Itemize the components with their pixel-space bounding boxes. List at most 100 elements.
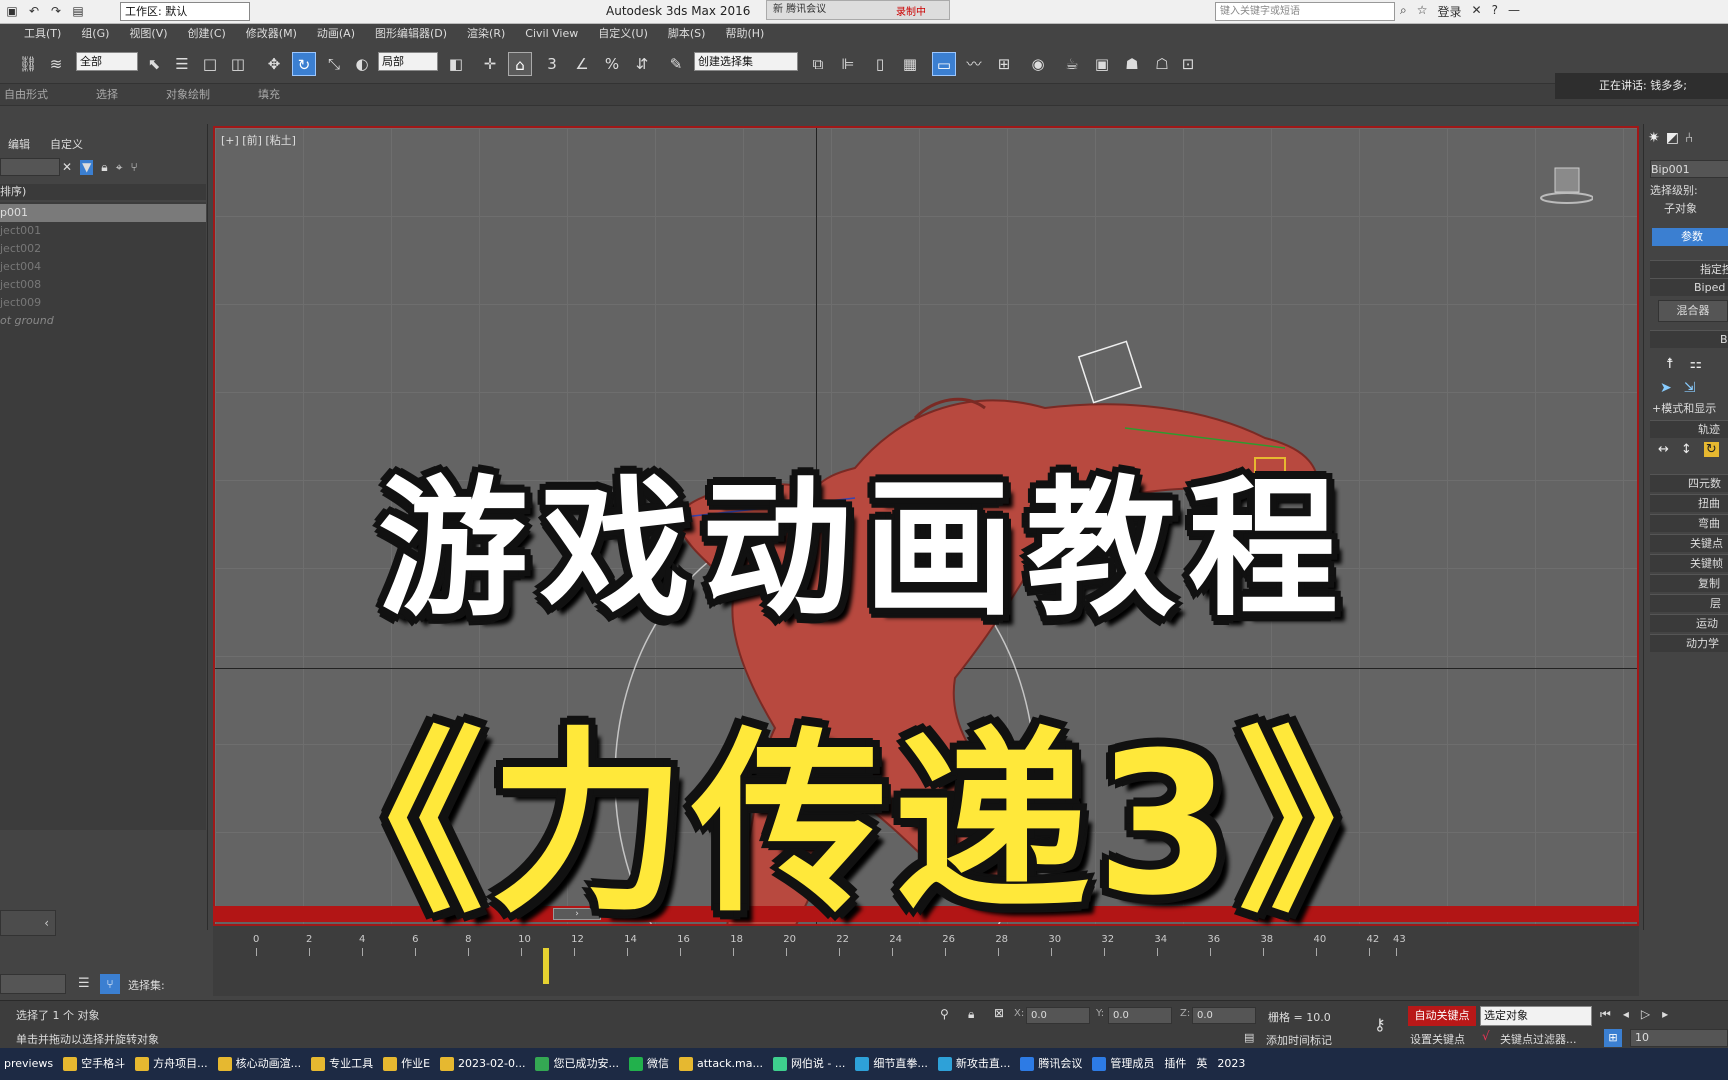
hierarchy-select-icon[interactable]: ⑂ xyxy=(100,974,120,994)
menu-item[interactable]: 图形编辑器(D) xyxy=(365,24,457,44)
move-icon[interactable]: ✥ xyxy=(262,52,286,76)
taskbar-item[interactable]: previews xyxy=(0,1048,59,1080)
pivot-center-icon[interactable]: ◧ xyxy=(444,52,468,76)
modify-tab-icon[interactable]: ◩ xyxy=(1666,130,1679,146)
current-frame-field[interactable]: 10 xyxy=(1630,1029,1728,1047)
isolate-icon[interactable]: ⚲ xyxy=(940,1007,949,1021)
rollout-assign[interactable]: 指定控 xyxy=(1650,260,1728,278)
key-filter-icon[interactable]: √ xyxy=(1482,1029,1490,1043)
menu-item[interactable]: 修改器(M) xyxy=(236,24,307,44)
menu-item[interactable]: 渲染(R) xyxy=(457,24,515,44)
search-input[interactable]: 键入关键字或短语 xyxy=(1215,2,1395,21)
align-icon[interactable]: ⊫ xyxy=(836,52,860,76)
taskbar-item[interactable]: 英 xyxy=(1192,1048,1213,1080)
place-icon[interactable]: ◐ xyxy=(350,52,374,76)
menu-item[interactable]: 创建(C) xyxy=(178,24,236,44)
rotate-icon[interactable]: ↻ xyxy=(292,52,316,76)
keyboard-shortcut-icon[interactable]: ⌂ xyxy=(508,52,532,76)
render-iterative-icon[interactable]: ☖ xyxy=(1150,52,1174,76)
rollout-biped[interactable]: Bip xyxy=(1650,330,1728,348)
taskbar-item[interactable]: 细节直拳... xyxy=(851,1048,934,1080)
login-link[interactable]: 登录 xyxy=(1438,3,1462,20)
key-mode-icon[interactable]: ⊞ xyxy=(1604,1029,1622,1047)
project-icon[interactable]: ▤ xyxy=(70,3,86,19)
spinner-snap-icon[interactable]: ⇵ xyxy=(630,52,654,76)
workspace-dropdown[interactable]: 工作区: 默认 xyxy=(120,2,250,21)
create-tab-icon[interactable]: ✷ xyxy=(1648,130,1660,146)
menu-item[interactable]: 动画(A) xyxy=(307,24,365,44)
filter-icon[interactable]: ▼ xyxy=(80,160,94,175)
menu-item[interactable]: 脚本(S) xyxy=(658,24,716,44)
z-coordinate-field[interactable]: 0.0 xyxy=(1192,1007,1256,1024)
menu-item[interactable]: 组(G) xyxy=(71,24,119,44)
render-cloud-icon[interactable]: ⊡ xyxy=(1176,52,1200,76)
undo-icon[interactable]: ↶ xyxy=(26,3,42,19)
selection-filter-dropdown[interactable]: 全部 xyxy=(76,52,138,71)
ribbon-tab[interactable]: 对象绘制 xyxy=(166,84,210,105)
taskbar-item[interactable]: 新攻击直... xyxy=(934,1048,1017,1080)
play-icon[interactable]: ▷ xyxy=(1641,1007,1650,1022)
rollout-modes-display[interactable]: +模式和显示 xyxy=(1652,400,1728,418)
set-key-icon[interactable]: ⚷ xyxy=(1374,1015,1386,1034)
rendered-frame-icon[interactable]: ▣ xyxy=(1090,52,1114,76)
list-item[interactable]: ject002 xyxy=(0,240,206,258)
rect-selection-icon[interactable]: □ xyxy=(198,52,222,76)
star-icon[interactable]: ☆ xyxy=(1417,3,1428,20)
taskbar-item[interactable]: 插件 xyxy=(1160,1048,1192,1080)
material-editor-icon[interactable]: ◉ xyxy=(1026,52,1050,76)
bind-space-warp-icon[interactable]: ≋ xyxy=(44,52,68,76)
select-manipulate-icon[interactable]: ✛ xyxy=(478,52,502,76)
taskbar-item[interactable]: 方舟项目... xyxy=(131,1048,214,1080)
ribbon-tab[interactable]: 填充 xyxy=(258,84,280,105)
absolute-mode-icon[interactable]: ⊠ xyxy=(994,1006,1004,1020)
rollout-biped-app[interactable]: Biped 应 xyxy=(1650,278,1728,296)
explorer-tab-custom[interactable]: 自定义 xyxy=(50,136,83,152)
render-icon[interactable]: ☗ xyxy=(1120,52,1144,76)
object-name-field[interactable]: Bip001 xyxy=(1650,160,1728,178)
key-filters-button[interactable]: 关键点过滤器... xyxy=(1500,1031,1577,1047)
save-icon[interactable]: ▣ xyxy=(4,3,20,19)
taskbar-item[interactable]: 网伯说 - ... xyxy=(769,1048,851,1080)
footstep-mode-icon[interactable]: ⚏ xyxy=(1690,356,1703,372)
taskbar-item[interactable]: 作业E xyxy=(379,1048,436,1080)
x-coordinate-field[interactable]: 0.0 xyxy=(1026,1007,1090,1024)
pick-icon[interactable]: ⌖ xyxy=(116,160,123,175)
help-icon[interactable]: ? xyxy=(1492,3,1498,20)
taskbar-item[interactable]: 腾讯会议 xyxy=(1016,1048,1088,1080)
list-item[interactable]: ject008 xyxy=(0,276,206,294)
time-tag-icon[interactable]: ▤ xyxy=(1244,1031,1254,1044)
angle-snap-icon[interactable]: ∠ xyxy=(570,52,594,76)
schematic-view-icon[interactable]: ⊞ xyxy=(992,52,1016,76)
taskbar-item[interactable]: 核心动画渲... xyxy=(214,1048,308,1080)
close-icon[interactable]: ✕ xyxy=(1472,3,1482,20)
menu-item[interactable]: Civil View xyxy=(515,24,588,44)
link-icon[interactable]: ⛓ xyxy=(16,52,40,76)
taskbar-item[interactable]: 2023-02-0... xyxy=(436,1048,531,1080)
current-frame-marker[interactable] xyxy=(543,948,549,984)
ribbon-toggle-icon[interactable]: ▭ xyxy=(932,52,956,76)
named-selection-dropdown[interactable]: 创建选择集 xyxy=(694,52,798,71)
layers-icon[interactable]: ☰ xyxy=(78,976,90,991)
viewcube-icon[interactable] xyxy=(1537,164,1593,208)
list-item[interactable]: p001 xyxy=(0,204,206,222)
add-time-tag[interactable]: 添加时间标记 xyxy=(1266,1032,1332,1048)
selection-lock-icon[interactable]: 🔒︎ xyxy=(968,1007,974,1022)
redo-icon[interactable]: ↷ xyxy=(48,3,64,19)
set-keys-button[interactable]: 设置关键点 xyxy=(1410,1031,1465,1047)
parameters-button[interactable]: 参数 xyxy=(1652,228,1728,246)
reference-coord-dropdown[interactable]: 局部 xyxy=(378,52,438,71)
taskbar-item[interactable]: 专业工具 xyxy=(307,1048,379,1080)
figure-mode-icon[interactable]: ☨ xyxy=(1666,356,1674,372)
taskbar-item[interactable]: attack.ma... xyxy=(675,1048,769,1080)
taskbar-item[interactable]: 空手格斗 xyxy=(59,1048,131,1080)
mirror-icon[interactable]: ⧉ xyxy=(806,52,830,76)
percent-snap-icon[interactable]: % xyxy=(600,52,624,76)
scale-icon[interactable]: ⤡ xyxy=(322,52,346,76)
binoculars-icon[interactable]: ⌕ xyxy=(1400,3,1407,20)
select-by-name-icon[interactable]: ☰ xyxy=(170,52,194,76)
open-file-icon[interactable]: ⇲ xyxy=(1684,380,1696,396)
menu-item[interactable]: 工具(T) xyxy=(14,24,71,44)
next-frame-icon[interactable]: ▸ xyxy=(1662,1007,1668,1022)
list-item[interactable]: ot ground xyxy=(0,312,206,330)
key-selection-dropdown[interactable]: 选定对象 xyxy=(1480,1006,1592,1026)
